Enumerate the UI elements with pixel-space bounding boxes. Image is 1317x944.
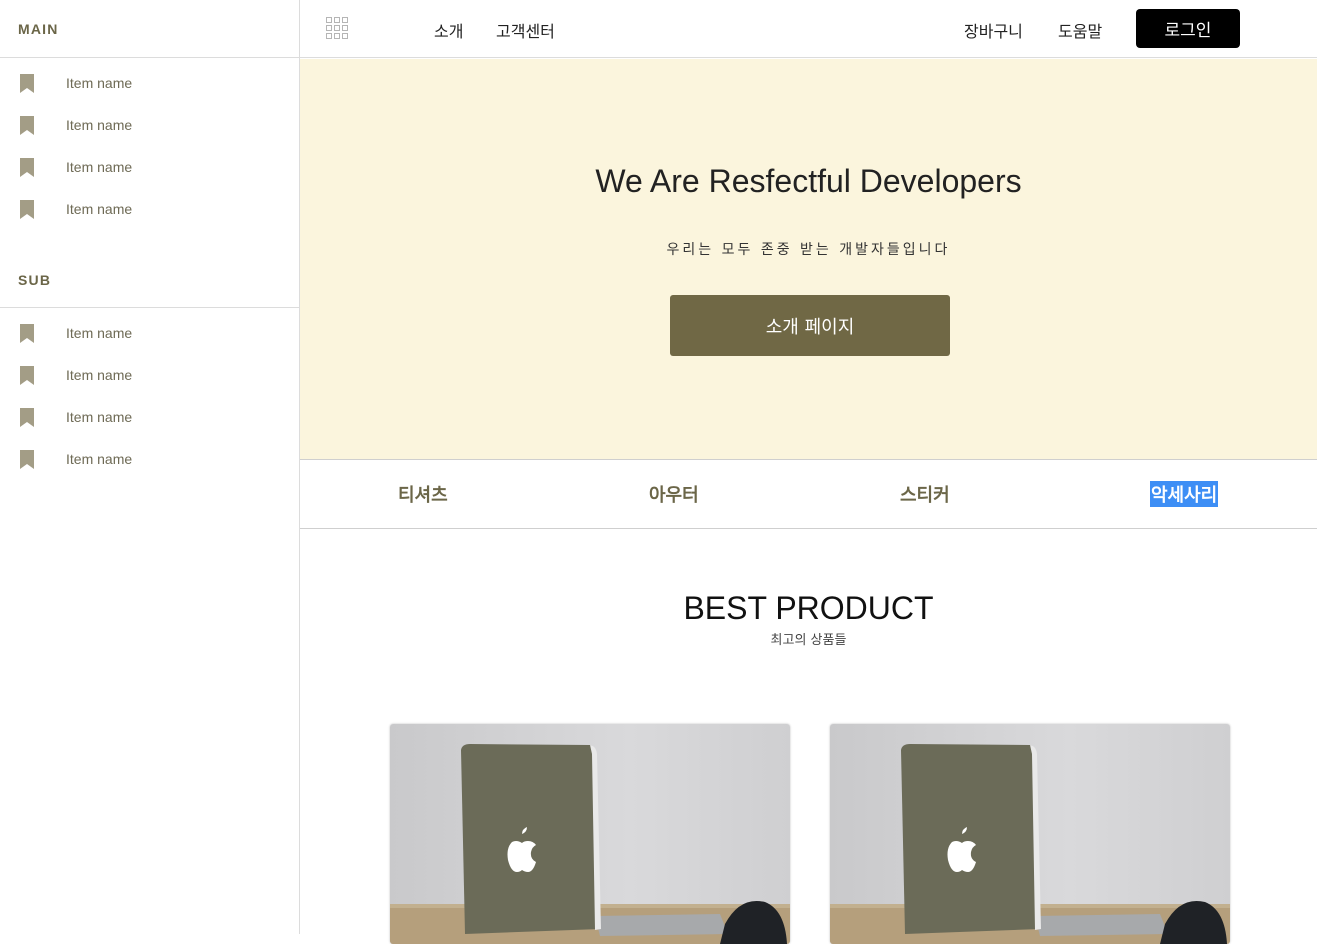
category-tabs: 티셔츠 아우터 스티커 악세사리 [300,459,1317,529]
sidebar-item-label: Item name [66,75,133,91]
sidebar-item-label: Item name [66,409,133,425]
best-product-subtitle: 최고의 상품들 [770,633,847,648]
tab-outer[interactable]: 아우터 [649,481,699,507]
top-navbar: 소개 고객센터 장바구니 도움말 로그인 [300,0,1317,58]
about-page-button[interactable]: 소개 페이지 [670,295,950,356]
bookmark-icon [20,323,34,343]
sidebar-sub-list: Item name Item name Item name Item name [0,308,299,480]
bookmark-icon [20,365,34,385]
sidebar-sub-heading: SUB [0,252,299,308]
best-product-title: BEST PRODUCT [683,590,934,626]
bookmark-icon [20,407,34,427]
sidebar-item[interactable]: Item name [0,62,299,104]
sidebar-item-label: Item name [66,451,133,467]
tab-stickers[interactable]: 스티커 [900,481,950,507]
bookmark-icon [20,157,34,177]
hero-title: We Are Resfectful Developers [595,163,1022,199]
sidebar-item[interactable]: Item name [0,104,299,146]
sidebar: MAIN Item name Item name Item name Item … [0,0,300,934]
product-card[interactable] [830,724,1230,944]
product-image [830,724,1230,944]
sidebar-item-label: Item name [66,367,133,383]
product-card[interactable] [390,724,790,944]
bookmark-icon [20,73,34,93]
sidebar-main-list: Item name Item name Item name Item name [0,58,299,230]
tab-tshirts[interactable]: 티셔츠 [398,481,448,507]
sidebar-item-label: Item name [66,201,133,217]
sidebar-item[interactable]: Item name [0,312,299,354]
nav-link-support[interactable]: 고객센터 [496,18,555,42]
sidebar-item[interactable]: Item name [0,188,299,230]
hero-subtitle: 우리는 모두 존중 받는 개발자들입니다 [666,242,951,258]
product-image [390,724,790,944]
sidebar-item[interactable]: Item name [0,146,299,188]
grid-icon[interactable] [326,17,348,39]
tab-accessories[interactable]: 악세사리 [1150,481,1219,507]
sidebar-item-label: Item name [66,117,133,133]
bookmark-icon [20,449,34,469]
hero-section: We Are Resfectful Developers 우리는 모두 존중 받… [300,59,1317,459]
nav-link-about[interactable]: 소개 [434,18,463,42]
bookmark-icon [20,115,34,135]
sidebar-item[interactable]: Item name [0,438,299,480]
nav-link-help[interactable]: 도움말 [1058,18,1102,42]
nav-link-cart[interactable]: 장바구니 [964,18,1023,42]
sidebar-item[interactable]: Item name [0,354,299,396]
sidebar-item-label: Item name [66,325,133,341]
sidebar-item[interactable]: Item name [0,396,299,438]
bookmark-icon [20,199,34,219]
sidebar-item-label: Item name [66,159,133,175]
login-button[interactable]: 로그인 [1136,9,1240,48]
sidebar-main-heading: MAIN [0,0,299,58]
